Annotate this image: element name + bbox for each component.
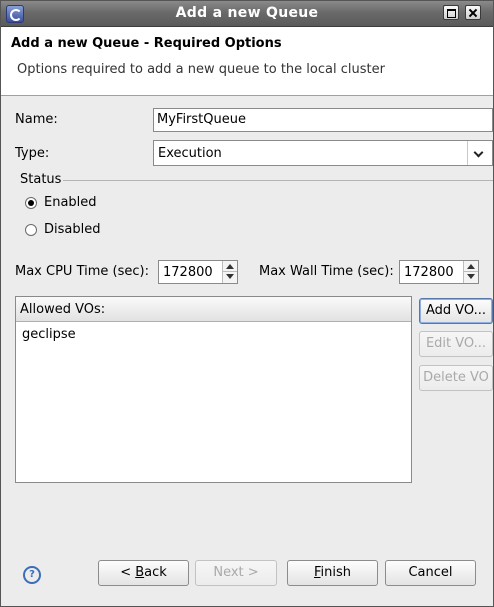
table-row[interactable]: geclipse: [22, 327, 76, 342]
max-wall-label: Max Wall Time (sec):: [259, 264, 394, 279]
max-cpu-value[interactable]: 172800: [163, 265, 213, 280]
max-cpu-label: Max CPU Time (sec):: [15, 264, 149, 279]
status-disabled-radio[interactable]: [25, 224, 37, 236]
allowed-vos-header: Allowed VOs:: [16, 297, 411, 322]
spin-up-icon[interactable]: [223, 261, 237, 272]
spin-down-icon[interactable]: [464, 272, 478, 283]
back-rest: ack: [144, 565, 167, 580]
spin-down-icon[interactable]: [223, 272, 237, 283]
status-disabled-label[interactable]: Disabled: [44, 222, 100, 237]
name-input[interactable]: MyFirstQueue: [153, 108, 493, 132]
page-description: Options required to add a new queue to t…: [17, 62, 385, 77]
back-mnemonic: B: [135, 565, 145, 580]
window-title: Add a new Queue: [175, 5, 319, 21]
delete-vo-button[interactable]: Delete VO: [419, 365, 493, 391]
next-button[interactable]: Next >: [195, 560, 277, 586]
spin-up-icon[interactable]: [464, 261, 478, 272]
maximize-button[interactable]: [443, 5, 459, 20]
page-title: Add a new Queue - Required Options: [11, 36, 282, 51]
max-cpu-spinner[interactable]: 172800: [158, 260, 238, 284]
status-enabled-label[interactable]: Enabled: [44, 195, 97, 210]
finish-rest: inish: [320, 565, 352, 580]
type-select-value: Execution: [158, 146, 222, 161]
back-prefix: <: [120, 565, 136, 580]
finish-button[interactable]: Finish: [287, 560, 378, 586]
add-vo-button[interactable]: Add VO...: [419, 298, 493, 324]
help-icon[interactable]: ?: [23, 566, 41, 584]
type-label: Type:: [15, 146, 50, 161]
dialog-window: Add a new Queue Add a new Queue - Requir…: [0, 0, 494, 607]
chevron-down-icon[interactable]: [467, 141, 492, 165]
cancel-button[interactable]: Cancel: [385, 560, 476, 586]
edit-vo-button[interactable]: Edit VO...: [419, 331, 493, 357]
max-wall-value[interactable]: 172800: [404, 265, 454, 280]
type-select[interactable]: Execution: [153, 140, 493, 166]
status-group-divider: [63, 180, 493, 181]
status-group-label: Status: [20, 172, 62, 187]
max-cpu-spin-buttons: [222, 261, 237, 283]
title-bar: Add a new Queue: [1, 1, 493, 27]
status-enabled-radio[interactable]: [25, 197, 37, 209]
allowed-vos-table[interactable]: Allowed VOs: geclipse: [15, 296, 412, 483]
wizard-header: Add a new Queue - Required Options Optio…: [1, 27, 493, 96]
close-button[interactable]: [465, 5, 481, 20]
max-wall-spin-buttons: [463, 261, 478, 283]
allowed-vos-header-label: Allowed VOs:: [20, 302, 106, 317]
back-button[interactable]: < Back: [98, 560, 189, 586]
max-wall-spinner[interactable]: 172800: [399, 260, 479, 284]
name-label: Name:: [15, 112, 58, 127]
